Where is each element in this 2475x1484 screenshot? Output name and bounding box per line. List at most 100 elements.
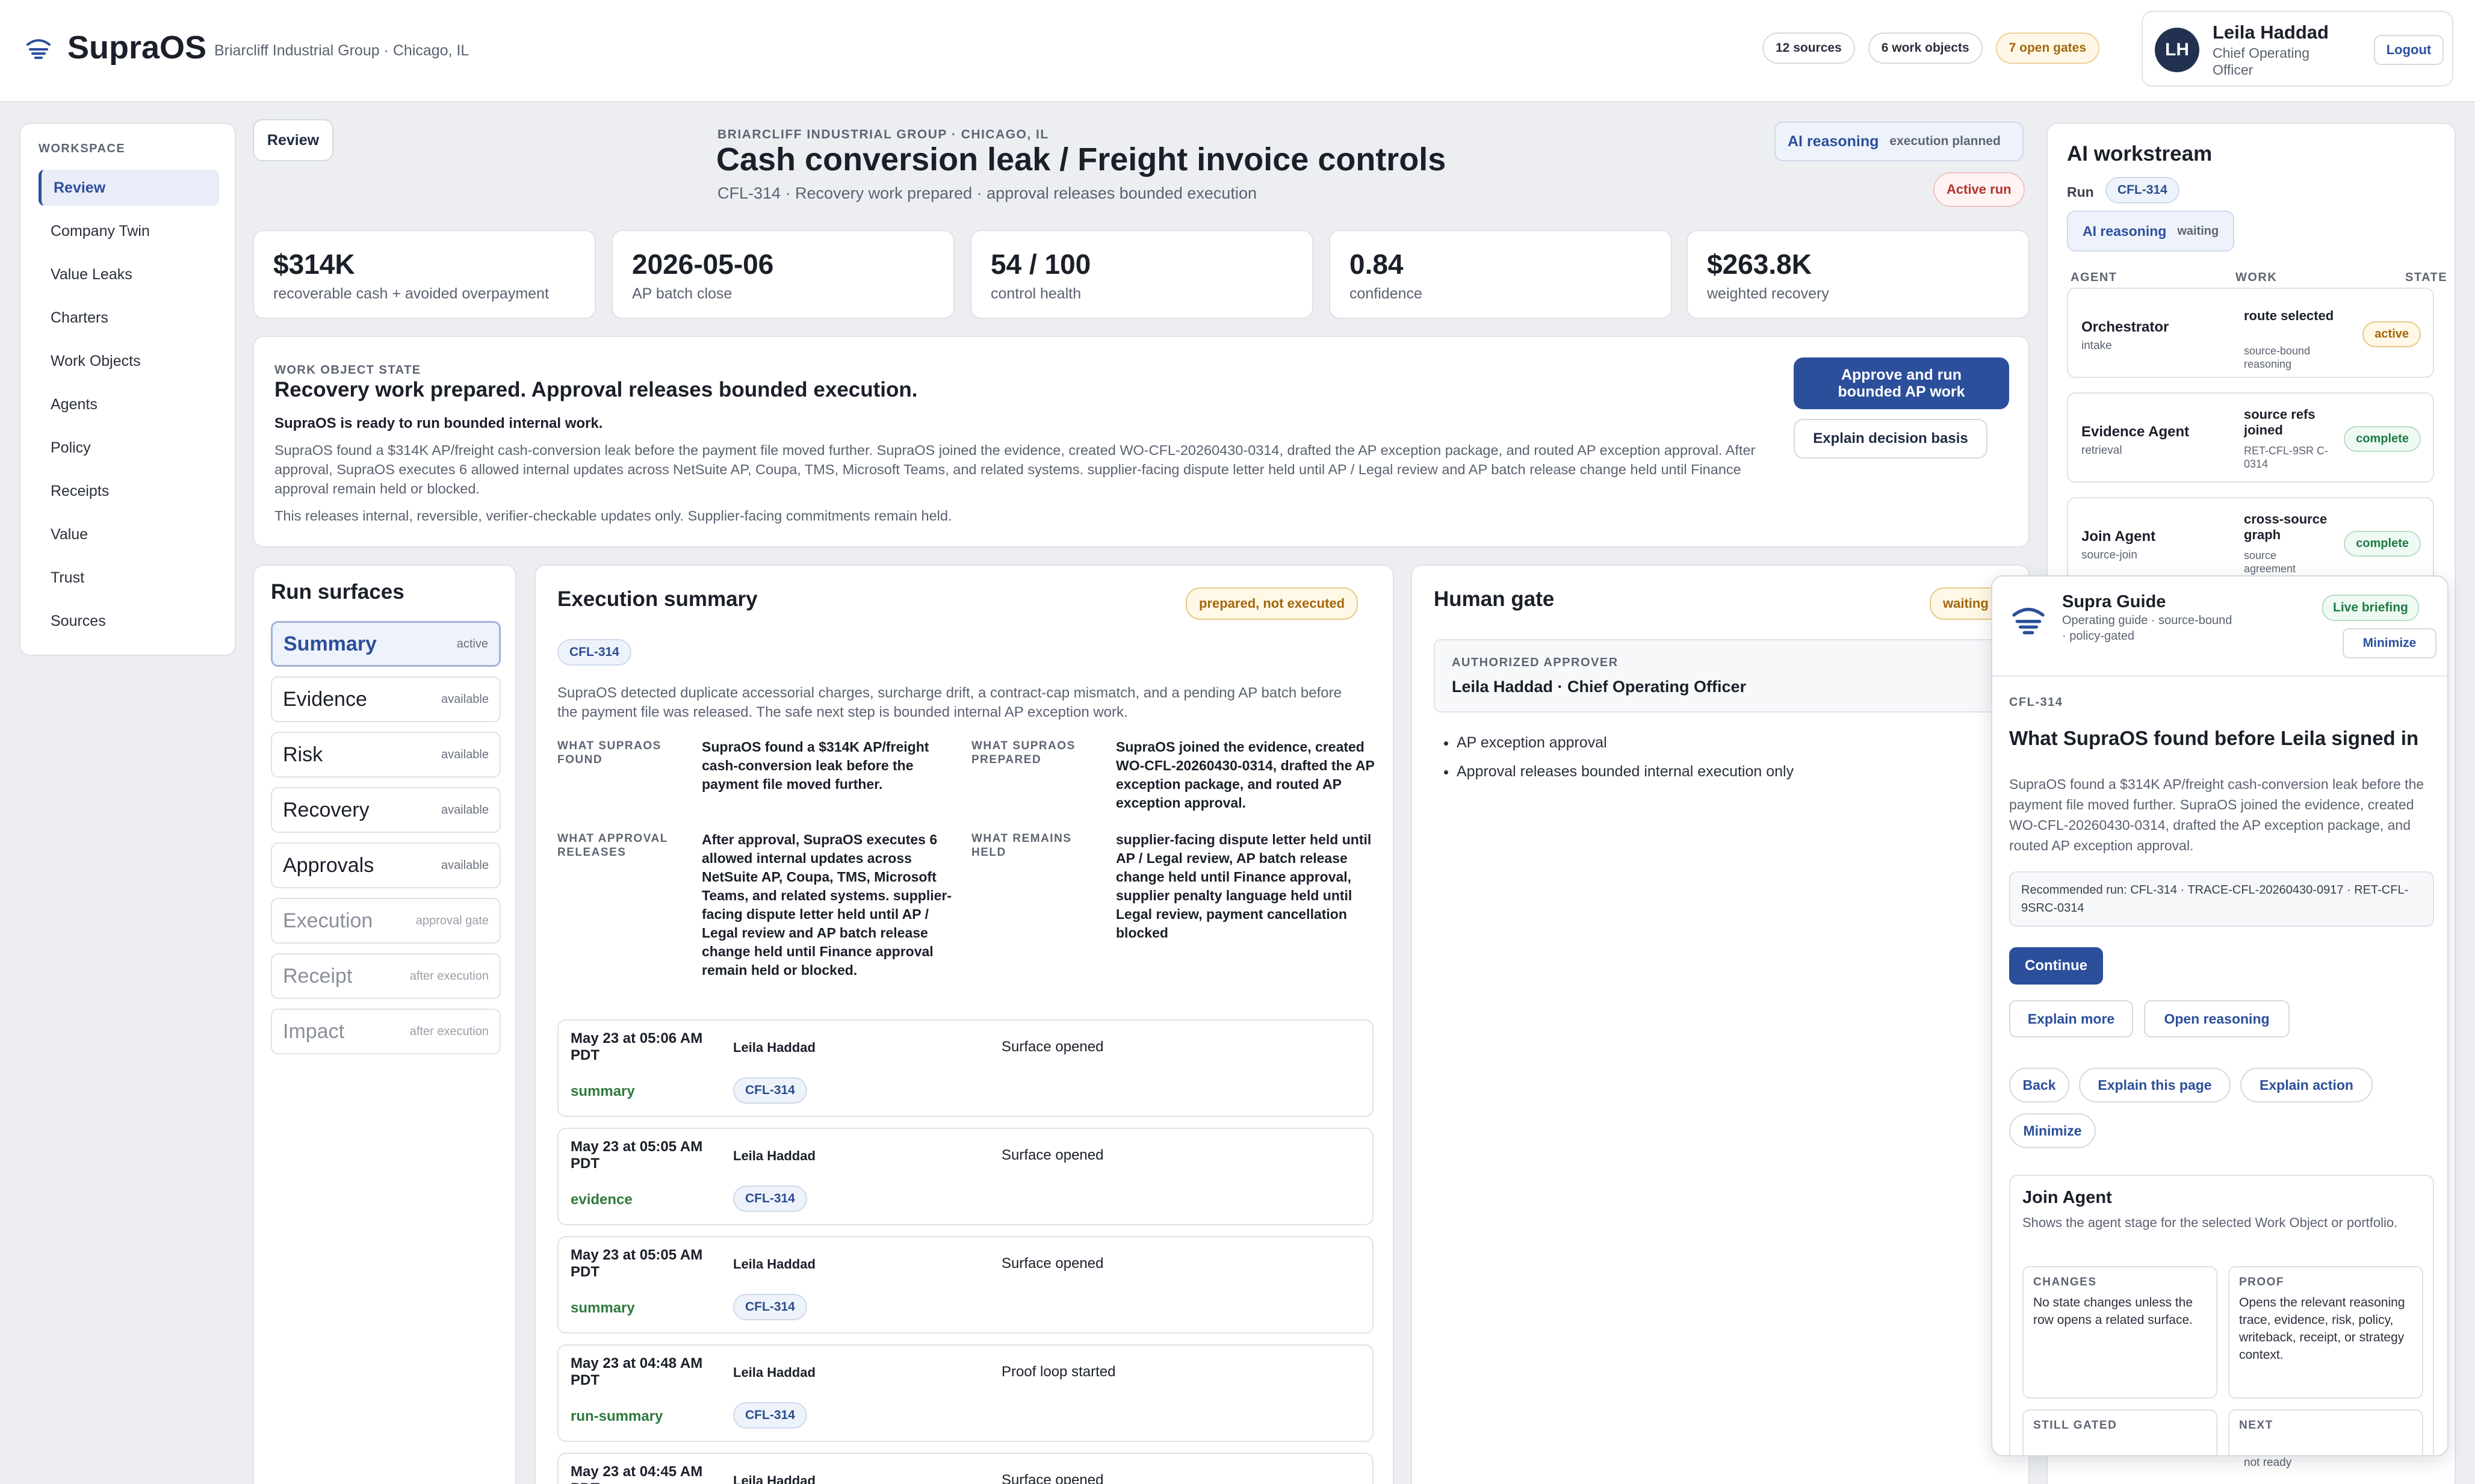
execution-status: prepared, not executed: [1186, 587, 1358, 620]
held-key: WHAT REMAINS HELD: [971, 832, 1072, 859]
still-gated-key: STILL GATED: [2033, 1419, 2117, 1432]
surface-state: available: [441, 692, 489, 706]
page-eyebrow: BRIARCLIFF INDUSTRIAL GROUP · CHICAGO, I…: [717, 128, 1049, 141]
approve-run-button[interactable]: Approve and run bounded AP work: [1794, 357, 2009, 409]
releases-key: WHAT APPROVAL RELEASES: [557, 832, 668, 859]
sidebar-item-company-twin[interactable]: Company Twin: [39, 213, 219, 249]
proof-key: PROOF: [2239, 1276, 2285, 1288]
surface-state: active: [456, 637, 488, 651]
continue-button[interactable]: Continue: [2009, 947, 2103, 985]
review-tab[interactable]: Review: [253, 119, 333, 161]
log-surface: summary: [571, 1083, 635, 1099]
agent-work-sub: source-bound reasoning: [2244, 345, 2311, 370]
surface-state: after execution: [409, 1024, 489, 1038]
guide-body: SupraOS found a $314K AP/freight cash-co…: [2009, 776, 2424, 853]
log-event: Surface opened: [1002, 1472, 1104, 1484]
surface-impact[interactable]: Impact after execution: [271, 1009, 501, 1054]
explain-action-button[interactable]: Explain action: [2240, 1068, 2373, 1102]
surface-evidence[interactable]: Evidence available: [271, 676, 501, 722]
kpi-card: $263.8K weighted recovery: [1687, 230, 2030, 319]
surface-summary[interactable]: Summary active: [271, 621, 501, 667]
sidebar-item-receipts[interactable]: Receipts: [39, 473, 219, 509]
execution-title: Execution summary: [557, 587, 758, 611]
guide-title: Supra Guide: [2062, 592, 2166, 611]
log-wo-tag[interactable]: CFL-314: [733, 1186, 807, 1212]
surface-execution[interactable]: Execution approval gate: [271, 898, 501, 944]
activity-log-row[interactable]: May 23 at 04:45 AM PDT Leila Haddad Surf…: [557, 1453, 1374, 1484]
work-object-body: SupraOS found a $314K AP/freight cash-co…: [274, 442, 1756, 496]
log-surface: summary: [571, 1300, 635, 1316]
agent-row[interactable]: Evidence Agent retrieval source refs joi…: [2067, 392, 2434, 483]
explain-more-button[interactable]: Explain more: [2009, 1000, 2133, 1037]
open-gates-chip[interactable]: 7 open gates: [1995, 32, 2100, 64]
work-object-ready: SupraOS is ready to run bounded internal…: [274, 415, 603, 431]
org-name: Briarcliff Industrial Group · Chicago, I…: [214, 42, 469, 59]
surface-risk[interactable]: Risk available: [271, 732, 501, 778]
open-reasoning-button[interactable]: Open reasoning: [2144, 1000, 2290, 1037]
surface-receipt[interactable]: Receipt after execution: [271, 953, 501, 999]
workstream-run-label: Run: [2067, 184, 2094, 200]
sources-chip[interactable]: 12 sources: [1762, 32, 1855, 64]
sidebar-item-value-leaks[interactable]: Value Leaks: [39, 256, 219, 292]
agent-row[interactable]: Join Agent source-join cross-source grap…: [2067, 497, 2434, 587]
sidebar-item-policy[interactable]: Policy: [39, 430, 219, 466]
surface-recovery[interactable]: Recovery available: [271, 787, 501, 833]
prepared-value: SupraOS joined the evidence, created WO-…: [1116, 739, 1375, 811]
surface-state: after execution: [409, 969, 489, 983]
explain-decision-button[interactable]: Explain decision basis: [1794, 419, 1987, 459]
log-wo-tag[interactable]: CFL-314: [733, 1402, 807, 1429]
held-value: supplier-facing dispute letter held unti…: [1116, 832, 1372, 941]
activity-log-row[interactable]: May 23 at 05:05 AM PDT Leila Haddad Surf…: [557, 1236, 1374, 1334]
guide-heading: What SupraOS found before Leila signed i…: [2009, 727, 2419, 749]
workstream-ai-state: waiting: [2177, 224, 2219, 238]
sidebar-item-trust[interactable]: Trust: [39, 560, 219, 596]
activity-log-row[interactable]: May 23 at 05:06 AM PDT Leila Haddad Surf…: [557, 1019, 1374, 1117]
user-role: Chief Operating Officer: [2213, 45, 2310, 78]
activity-log-row[interactable]: May 23 at 04:48 AM PDT Leila Haddad Proo…: [557, 1344, 1374, 1442]
surface-approvals[interactable]: Approvals available: [271, 842, 501, 888]
surface-state: approval gate: [415, 914, 489, 927]
agent-work-sub: RET-CFL-9SR C-0314: [2244, 445, 2329, 470]
guide-minimize-button-2[interactable]: Minimize: [2009, 1113, 2096, 1148]
sidebar-heading: WORKSPACE: [39, 142, 126, 155]
log-wo-tag[interactable]: CFL-314: [733, 1077, 807, 1104]
proof-value: Opens the relevant reasoning trace, evid…: [2239, 1296, 2405, 1362]
agent-row[interactable]: Orchestrator intake route selected sourc…: [2067, 288, 2434, 378]
logout-button[interactable]: Logout: [2374, 35, 2444, 65]
changes-value: No state changes unless the row opens a …: [2033, 1296, 2193, 1327]
log-event: Surface opened: [1002, 1039, 1104, 1055]
workstream-ai-label: AI reasoning: [2083, 223, 2167, 239]
sidebar-item-work-objects[interactable]: Work Objects: [39, 343, 219, 379]
sidebar-item-review[interactable]: Review: [39, 170, 219, 206]
sidebar-item-charters[interactable]: Charters: [39, 300, 219, 336]
sidebar-item-sources[interactable]: Sources: [39, 603, 219, 639]
sidebar-item-agents[interactable]: Agents: [39, 386, 219, 422]
execution-wo-tag[interactable]: CFL-314: [557, 639, 631, 666]
log-event: Surface opened: [1002, 1147, 1104, 1163]
guide-minimize-button[interactable]: Minimize: [2343, 628, 2436, 658]
activity-log-row[interactable]: May 23 at 05:05 AM PDT Leila Haddad Surf…: [557, 1128, 1374, 1225]
guide-subtitle: Operating guide · source-bound · policy-…: [2062, 614, 2232, 643]
surface-name: Impact: [283, 1019, 345, 1043]
execution-intro: SupraOS detected duplicate accessorial c…: [557, 685, 1342, 720]
log-wo-tag[interactable]: CFL-314: [733, 1294, 807, 1320]
ai-reasoning-badge[interactable]: AI reasoning execution planned: [1774, 122, 2024, 161]
next-box: NEXT: [2228, 1409, 2423, 1455]
brand-name[interactable]: SupraOS: [67, 29, 206, 66]
work-objects-chip[interactable]: 6 work objects: [1868, 32, 1983, 64]
log-actor: Leila Haddad: [733, 1473, 816, 1484]
workstream-ai-badge: AI reasoning waiting: [2067, 211, 2235, 252]
agent-sub: intake: [2081, 339, 2112, 352]
kpi-value: $314K: [273, 249, 355, 280]
agent-detail-desc: Shows the agent stage for the selected W…: [2022, 1215, 2398, 1230]
page-title: Cash conversion leak / Freight invoice c…: [716, 141, 1446, 178]
explain-page-button[interactable]: Explain this page: [2079, 1068, 2231, 1102]
workstream-run-tag[interactable]: CFL-314: [2105, 177, 2179, 203]
back-button[interactable]: Back: [2009, 1068, 2069, 1102]
kpi-label: control health: [991, 285, 1082, 302]
sidebar-item-value[interactable]: Value: [39, 516, 219, 552]
kpi-value: 2026-05-06: [632, 249, 774, 280]
agent-work: route selected: [2244, 308, 2334, 323]
supraos-logo-icon: [26, 39, 51, 59]
log-time: May 23 at 05:06 AM PDT: [571, 1030, 703, 1063]
